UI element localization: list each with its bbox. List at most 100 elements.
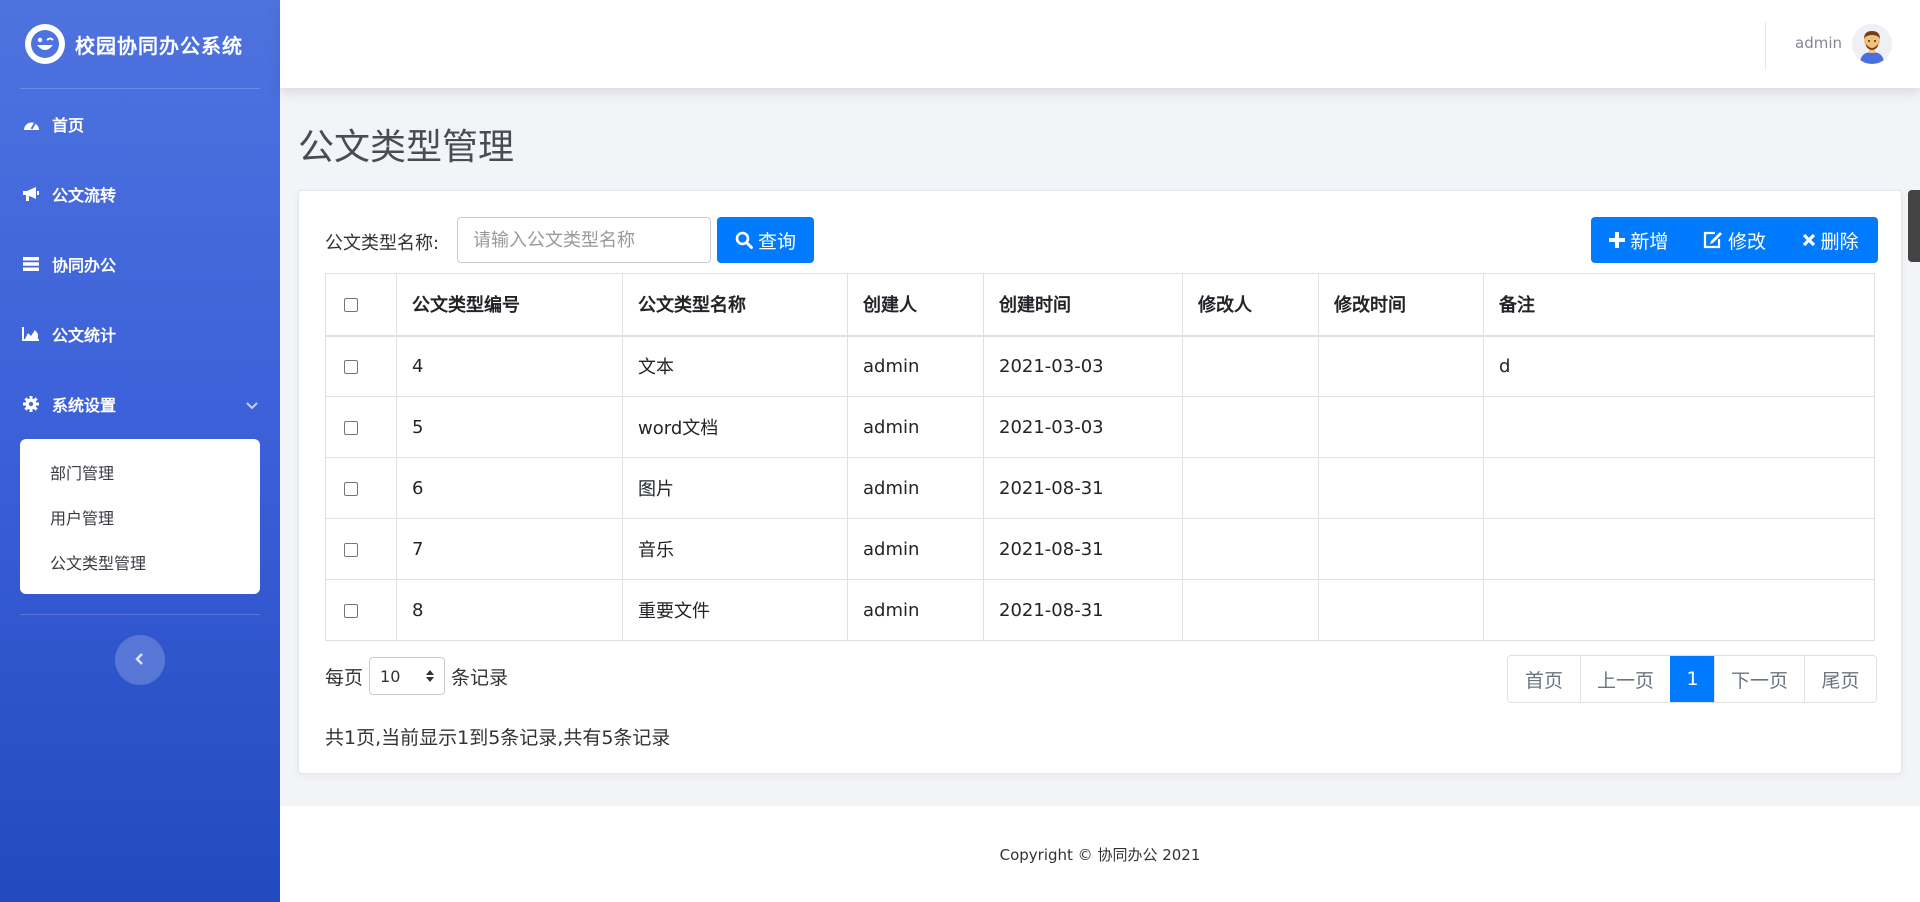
row-select-cell bbox=[325, 335, 397, 397]
table-row[interactable]: 7 音乐 admin 2021-08-31 bbox=[325, 518, 1875, 580]
sidebar: 校园协同办公系统 首页 公文流转 协同办公 公文统计 系统设置 部门管理 用户管… bbox=[0, 0, 280, 902]
table-cell bbox=[1318, 457, 1484, 519]
page-size-select[interactable]: 10 bbox=[369, 657, 446, 695]
table-cell bbox=[1483, 518, 1875, 580]
sidebar-item-settings[interactable]: 系统设置 bbox=[0, 369, 280, 439]
area-chart-icon bbox=[22, 325, 40, 343]
sidebar-item-label: 协同办公 bbox=[52, 256, 117, 275]
row-checkbox[interactable] bbox=[344, 603, 358, 618]
prev-page-button[interactable]: 上一页 bbox=[1580, 656, 1670, 702]
next-page-button[interactable]: 下一页 bbox=[1714, 656, 1804, 702]
user-name[interactable]: admin bbox=[1795, 34, 1842, 52]
query-button[interactable]: 查询 bbox=[717, 217, 814, 263]
table-row[interactable]: 6 图片 admin 2021-08-31 bbox=[325, 457, 1875, 519]
first-page-button[interactable]: 首页 bbox=[1508, 656, 1580, 702]
table-cell bbox=[1483, 396, 1875, 458]
column-header[interactable]: 备注 bbox=[1483, 273, 1875, 337]
bullhorn-icon bbox=[22, 185, 40, 203]
table-cell: word文档 bbox=[622, 396, 848, 458]
copyright-text: Copyright © 协同办公 2021 bbox=[999, 845, 1201, 864]
column-header[interactable]: 公文类型编号 bbox=[396, 273, 623, 337]
column-header[interactable]: 修改人 bbox=[1182, 273, 1319, 337]
table-cell bbox=[1483, 457, 1875, 519]
sidebar-item-statistics[interactable]: 公文统计 bbox=[0, 299, 280, 369]
table-row[interactable]: 4 文本 admin 2021-03-03 d bbox=[325, 335, 1875, 397]
sidebar-item-label: 公文统计 bbox=[52, 326, 117, 345]
submenu-item-document-type[interactable]: 公文类型管理 bbox=[20, 539, 260, 584]
add-button-label: 新增 bbox=[1630, 230, 1669, 253]
per-page-suffix: 条记录 bbox=[451, 666, 509, 689]
submenu-item-department[interactable]: 部门管理 bbox=[20, 449, 260, 494]
column-header[interactable]: 创建时间 bbox=[983, 273, 1183, 337]
table-cell: 5 bbox=[396, 396, 623, 458]
table-cell: admin bbox=[847, 579, 984, 641]
table-cell bbox=[1182, 457, 1319, 519]
table-cell bbox=[1182, 579, 1319, 641]
delete-button[interactable]: 删除 bbox=[1782, 217, 1878, 263]
row-select-cell bbox=[325, 518, 397, 580]
column-header[interactable]: 修改时间 bbox=[1318, 273, 1484, 337]
gear-icon bbox=[22, 395, 40, 413]
table-cell bbox=[1182, 396, 1319, 458]
action-button-group: 新增 修改 删除 bbox=[1591, 217, 1878, 263]
side-scroll-handle[interactable] bbox=[1908, 190, 1920, 262]
sidebar-item-document-flow[interactable]: 公文流转 bbox=[0, 159, 280, 229]
table-header-row: 公文类型编号 公文类型名称 创建人 创建时间 修改人 修改时间 备注 bbox=[325, 273, 1875, 337]
row-checkbox[interactable] bbox=[344, 359, 358, 374]
row-checkbox[interactable] bbox=[344, 481, 358, 496]
page-size-value: 10 bbox=[380, 666, 401, 686]
edit-icon bbox=[1703, 231, 1723, 249]
select-all-checkbox[interactable] bbox=[344, 297, 358, 312]
table-cell: d bbox=[1483, 335, 1875, 397]
chevron-down-icon bbox=[246, 395, 258, 414]
brand[interactable]: 校园协同办公系统 bbox=[0, 0, 280, 88]
user-avatar[interactable] bbox=[1852, 24, 1892, 64]
per-page-prefix: 每页 bbox=[325, 666, 364, 689]
table-cell: admin bbox=[847, 518, 984, 580]
table-cell bbox=[1318, 579, 1484, 641]
table-cell bbox=[1483, 579, 1875, 641]
column-header[interactable]: 公文类型名称 bbox=[622, 273, 848, 337]
table-cell: 重要文件 bbox=[622, 579, 848, 641]
search-input[interactable] bbox=[457, 217, 711, 263]
sidebar-item-home[interactable]: 首页 bbox=[0, 89, 280, 159]
laugh-wink-icon bbox=[25, 24, 65, 64]
table-cell: 音乐 bbox=[622, 518, 848, 580]
table-cell: 2021-08-31 bbox=[983, 457, 1183, 519]
last-page-button[interactable]: 尾页 bbox=[1804, 656, 1876, 702]
search-label: 公文类型名称: bbox=[325, 233, 440, 254]
topbar-divider bbox=[1765, 22, 1766, 70]
add-button[interactable]: 新增 bbox=[1591, 217, 1687, 263]
sidebar-toggle-button[interactable] bbox=[115, 635, 165, 685]
pagination: 首页 上一页 1 下一页 尾页 bbox=[1507, 655, 1877, 703]
table-cell: 2021-03-03 bbox=[983, 335, 1183, 397]
close-icon bbox=[1802, 233, 1816, 247]
select-all-cell bbox=[325, 273, 397, 337]
sidebar-item-collaboration[interactable]: 协同办公 bbox=[0, 229, 280, 299]
table-cell: 2021-03-03 bbox=[983, 396, 1183, 458]
page-title: 公文类型管理 bbox=[298, 127, 515, 168]
footer: Copyright © 协同办公 2021 bbox=[280, 806, 1920, 902]
submenu-item-user[interactable]: 用户管理 bbox=[20, 494, 260, 539]
document-type-table: 公文类型编号 公文类型名称 创建人 创建时间 修改人 修改时间 备注 4 文本 … bbox=[325, 273, 1875, 641]
app-title: 校园协同办公系统 bbox=[75, 33, 243, 58]
table-cell: 6 bbox=[396, 457, 623, 519]
row-checkbox[interactable] bbox=[344, 420, 358, 435]
table-cell: 文本 bbox=[622, 335, 848, 397]
current-page-button[interactable]: 1 bbox=[1670, 656, 1714, 702]
table-row[interactable]: 8 重要文件 admin 2021-08-31 bbox=[325, 579, 1875, 641]
settings-submenu: 部门管理 用户管理 公文类型管理 bbox=[20, 439, 260, 594]
edit-button-label: 修改 bbox=[1728, 230, 1767, 253]
pagination-summary: 共1页,当前显示1到5条记录,共有5条记录 bbox=[325, 727, 671, 749]
table-cell: admin bbox=[847, 457, 984, 519]
column-header[interactable]: 创建人 bbox=[847, 273, 984, 337]
sidebar-item-label: 首页 bbox=[52, 116, 85, 135]
table-row[interactable]: 5 word文档 admin 2021-03-03 bbox=[325, 396, 1875, 458]
query-button-label: 查询 bbox=[757, 230, 796, 253]
table-cell: admin bbox=[847, 396, 984, 458]
sidebar-item-label: 公文流转 bbox=[52, 186, 117, 205]
edit-button[interactable]: 修改 bbox=[1687, 217, 1783, 263]
row-checkbox[interactable] bbox=[344, 542, 358, 557]
table-cell bbox=[1182, 335, 1319, 397]
table-cell bbox=[1318, 396, 1484, 458]
